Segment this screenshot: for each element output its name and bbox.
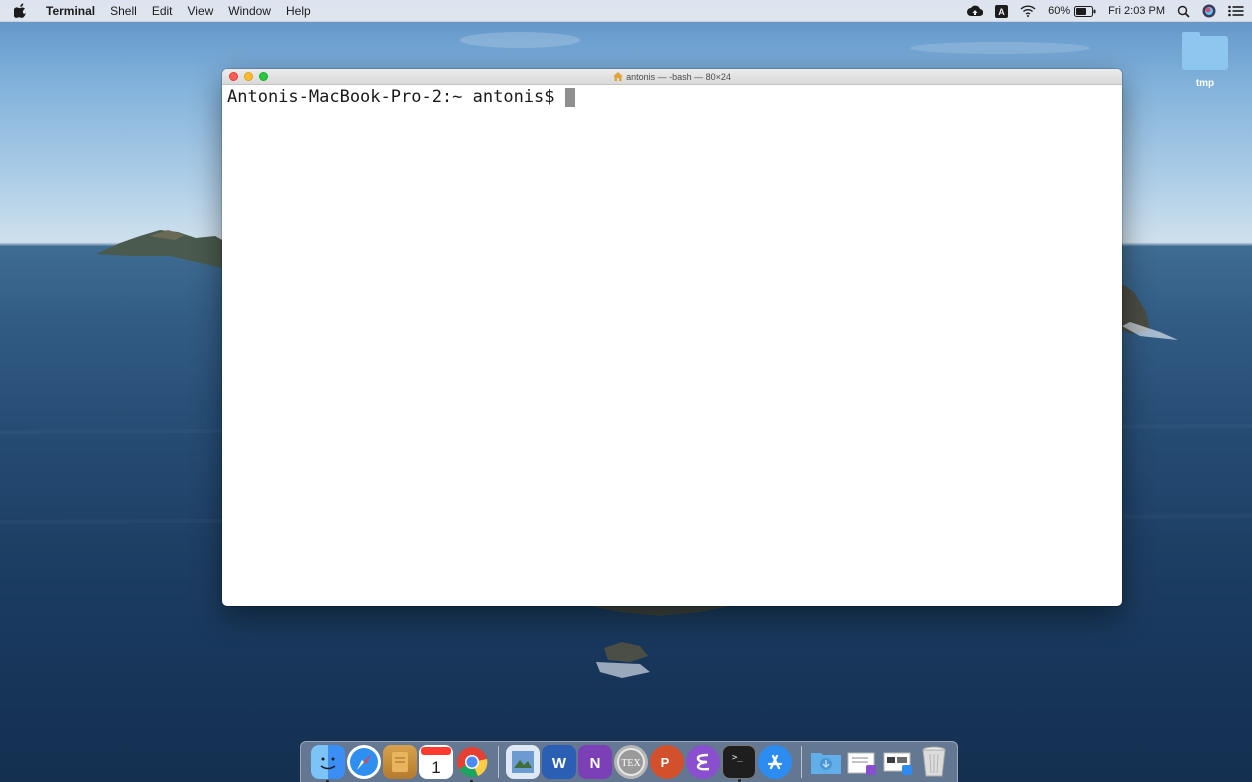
dock-notes[interactable] xyxy=(383,745,417,779)
notification-center-icon[interactable] xyxy=(1228,5,1244,17)
menu-view[interactable]: View xyxy=(188,0,214,22)
safari-icon xyxy=(350,748,378,776)
finder-icon xyxy=(320,757,336,770)
menu-edit[interactable]: Edit xyxy=(152,0,173,22)
powerpoint-label: P xyxy=(661,755,670,770)
input-source-icon[interactable]: A xyxy=(995,4,1009,18)
dock-safari[interactable] xyxy=(347,745,381,779)
dock-terminal[interactable]: >_ xyxy=(722,745,756,782)
window-titlebar[interactable]: antonis — -bash — 80×24 xyxy=(222,69,1122,85)
notes-icon xyxy=(392,752,408,772)
terminal-icon-label: >_ xyxy=(732,753,743,763)
word-label: W xyxy=(552,755,567,772)
cloud-sync-icon[interactable] xyxy=(967,4,984,18)
emacs-icon xyxy=(696,753,710,771)
window-controls xyxy=(229,72,274,81)
input-source-label: A xyxy=(998,7,1005,17)
documents-stack-icon xyxy=(847,752,876,775)
minimize-button[interactable] xyxy=(244,72,253,81)
preview-icon xyxy=(512,751,534,773)
desktop-folder-label: tmp xyxy=(1195,78,1215,89)
dock-separator xyxy=(498,746,499,778)
text-cursor xyxy=(564,87,575,107)
tex-label: TEX xyxy=(621,758,641,769)
menu-app-terminal[interactable]: Terminal xyxy=(46,0,95,22)
dock-downloads[interactable] xyxy=(809,745,843,779)
apple-logo-icon[interactable] xyxy=(14,3,28,19)
chrome-icon xyxy=(457,747,488,778)
dock-chrome[interactable] xyxy=(455,745,489,782)
spotlight-search-icon[interactable] xyxy=(1177,5,1190,18)
dock-calendar[interactable]: 1 xyxy=(419,745,453,779)
terminal-window[interactable]: antonis — -bash — 80×24 Antonis-MacBook-… xyxy=(222,69,1122,606)
powerpoint-icon: P xyxy=(661,755,670,770)
terminal-icon: >_ xyxy=(732,753,743,763)
battery-status[interactable]: 60% xyxy=(1048,5,1096,17)
wifi-icon[interactable] xyxy=(1020,5,1036,17)
downloads-folder-icon xyxy=(811,753,841,774)
dock-emacs[interactable] xyxy=(686,745,720,779)
dock-word[interactable]: W xyxy=(542,745,576,779)
home-icon xyxy=(613,72,624,81)
dock-finder[interactable] xyxy=(311,745,345,782)
calendar-day: 1 xyxy=(431,758,440,777)
dock-texshop[interactable]: TEX xyxy=(614,745,648,779)
dock-trash[interactable] xyxy=(917,745,951,779)
shell-prompt: Antonis-MacBook-Pro-2:~ antonis$ xyxy=(227,87,555,107)
app-store-icon xyxy=(767,754,783,770)
word-icon: W xyxy=(552,755,567,772)
window-title: antonis — -bash — 80×24 xyxy=(613,72,731,82)
close-button[interactable] xyxy=(229,72,238,81)
menu-window[interactable]: Window xyxy=(228,0,271,22)
folder-icon xyxy=(1182,32,1228,70)
terminal-content[interactable]: Antonis-MacBook-Pro-2:~ antonis$ xyxy=(222,85,1122,109)
menu-help[interactable]: Help xyxy=(286,0,311,22)
menu-bar-status: A 60% Fri 2:03 PM xyxy=(955,0,1244,22)
dock-onenote[interactable]: N xyxy=(578,745,612,779)
menu-bar-left: Terminal Shell Edit View Window Help xyxy=(0,0,326,22)
tex-icon: TEX xyxy=(617,748,645,776)
window-title-text: antonis — -bash — 80×24 xyxy=(626,71,731,82)
trash-icon xyxy=(922,746,946,777)
dock-screenshots-stack[interactable] xyxy=(881,745,915,779)
dock-app-store[interactable] xyxy=(758,745,792,779)
dock-preview[interactable] xyxy=(506,745,540,779)
dock-powerpoint[interactable]: P xyxy=(650,745,684,779)
menu-bar: Terminal Shell Edit View Window Help A 6… xyxy=(0,0,1252,22)
siri-icon[interactable] xyxy=(1202,4,1216,18)
calendar-icon: 1 xyxy=(421,747,451,777)
desktop-folder-tmp[interactable]: tmp xyxy=(1180,32,1230,89)
onenote-icon: N xyxy=(590,755,601,772)
dock-documents-stack[interactable] xyxy=(845,745,879,779)
battery-percent: 60% xyxy=(1048,5,1071,17)
onenote-label: N xyxy=(590,755,601,772)
dock: 1 W N TEX P >_ xyxy=(300,741,958,782)
menu-shell[interactable]: Shell xyxy=(110,0,137,22)
clock[interactable]: Fri 2:03 PM xyxy=(1108,5,1165,17)
zoom-button[interactable] xyxy=(259,72,268,81)
dock-separator xyxy=(801,746,802,778)
screenshots-stack-icon xyxy=(883,752,912,775)
battery-icon xyxy=(1074,5,1096,17)
